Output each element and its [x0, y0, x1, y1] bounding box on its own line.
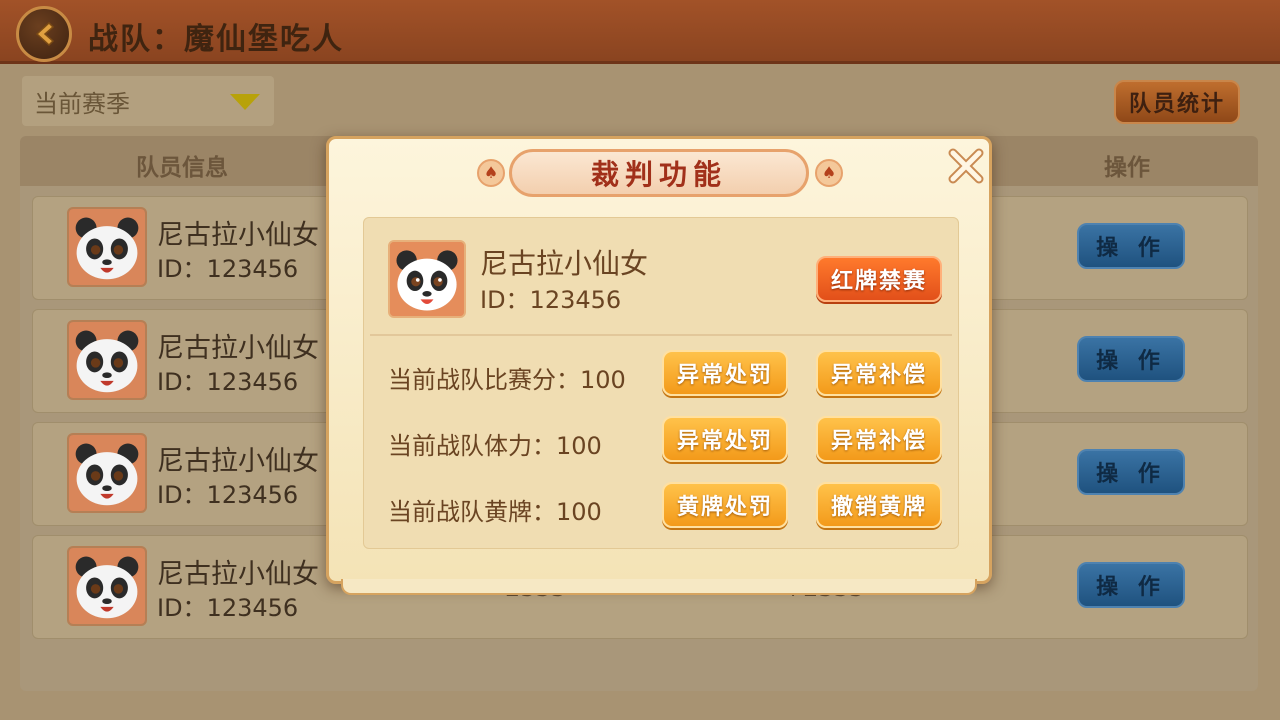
member-id: ID：123456 [157, 255, 299, 283]
avatar [67, 207, 147, 287]
season-dropdown-value: 当前赛季 [34, 89, 130, 118]
panda-avatar-icon [69, 548, 145, 624]
spade-icon: ♠ [477, 159, 505, 187]
revoke-yellow-card-button[interactable]: 撤销黄牌 [816, 482, 942, 528]
triangle-down-icon [230, 94, 260, 110]
member-id: ID：123456 [157, 481, 299, 509]
dialog-title: 裁判功能 [590, 158, 727, 191]
yellow-card-label: 当前战队黄牌：100 [388, 498, 602, 526]
score-penalty-button[interactable]: 异常处罚 [662, 350, 788, 396]
column-header-member-info: 队员信息 [136, 155, 228, 181]
close-button[interactable] [947, 147, 985, 185]
stamina-penalty-button[interactable]: 异常处罚 [662, 416, 788, 462]
spade-icon: ♠ [815, 159, 843, 187]
member-id: ID：123456 [157, 368, 299, 396]
dialog-title-plaque: 裁判功能 [509, 149, 809, 197]
back-arrow-icon [35, 21, 55, 47]
member-name: 尼古拉小仙女 [157, 559, 319, 590]
close-icon [948, 148, 984, 184]
avatar [67, 433, 147, 513]
top-bar: 战队：魔仙堡吃人 [0, 0, 1280, 64]
avatar [67, 546, 147, 626]
member-name: 尼古拉小仙女 [480, 247, 649, 280]
stamina-compensation-button[interactable]: 异常补偿 [816, 416, 942, 462]
divider [370, 334, 952, 336]
season-dropdown[interactable]: 当前赛季 [22, 76, 274, 126]
avatar [67, 320, 147, 400]
panda-avatar-icon [69, 322, 145, 398]
referee-dialog: ♠ 裁判功能 ♠ 尼古拉小仙女 ID：123456 红牌禁赛 当前战队比赛分：1… [326, 136, 992, 595]
panda-avatar-icon [69, 209, 145, 285]
member-id: ID：123456 [480, 286, 622, 314]
operation-button[interactable]: 操 作 [1077, 336, 1185, 382]
column-header-operation: 操作 [1104, 155, 1150, 181]
member-name: 尼古拉小仙女 [157, 333, 319, 364]
member-name: 尼古拉小仙女 [157, 446, 319, 477]
red-card-ban-button[interactable]: 红牌禁赛 [816, 256, 942, 302]
panda-avatar-icon [69, 435, 145, 511]
member-stats-button[interactable]: 队员统计 [1114, 80, 1240, 124]
dialog-panel: 尼古拉小仙女 ID：123456 红牌禁赛 当前战队比赛分：100 异常处罚 异… [363, 217, 959, 549]
operation-button[interactable]: 操 作 [1077, 562, 1185, 608]
member-id: ID：123456 [157, 594, 299, 622]
panda-avatar-icon [390, 242, 464, 316]
score-compensation-button[interactable]: 异常补偿 [816, 350, 942, 396]
stamina-label: 当前战队体力：100 [388, 432, 602, 460]
yellow-card-penalty-button[interactable]: 黄牌处罚 [662, 482, 788, 528]
operation-button[interactable]: 操 作 [1077, 449, 1185, 495]
member-name: 尼古拉小仙女 [157, 220, 319, 251]
back-button[interactable] [16, 6, 72, 62]
avatar [388, 240, 466, 318]
match-score-label: 当前战队比赛分：100 [388, 366, 626, 394]
page-title: 战队：魔仙堡吃人 [88, 22, 344, 57]
operation-button[interactable]: 操 作 [1077, 223, 1185, 269]
